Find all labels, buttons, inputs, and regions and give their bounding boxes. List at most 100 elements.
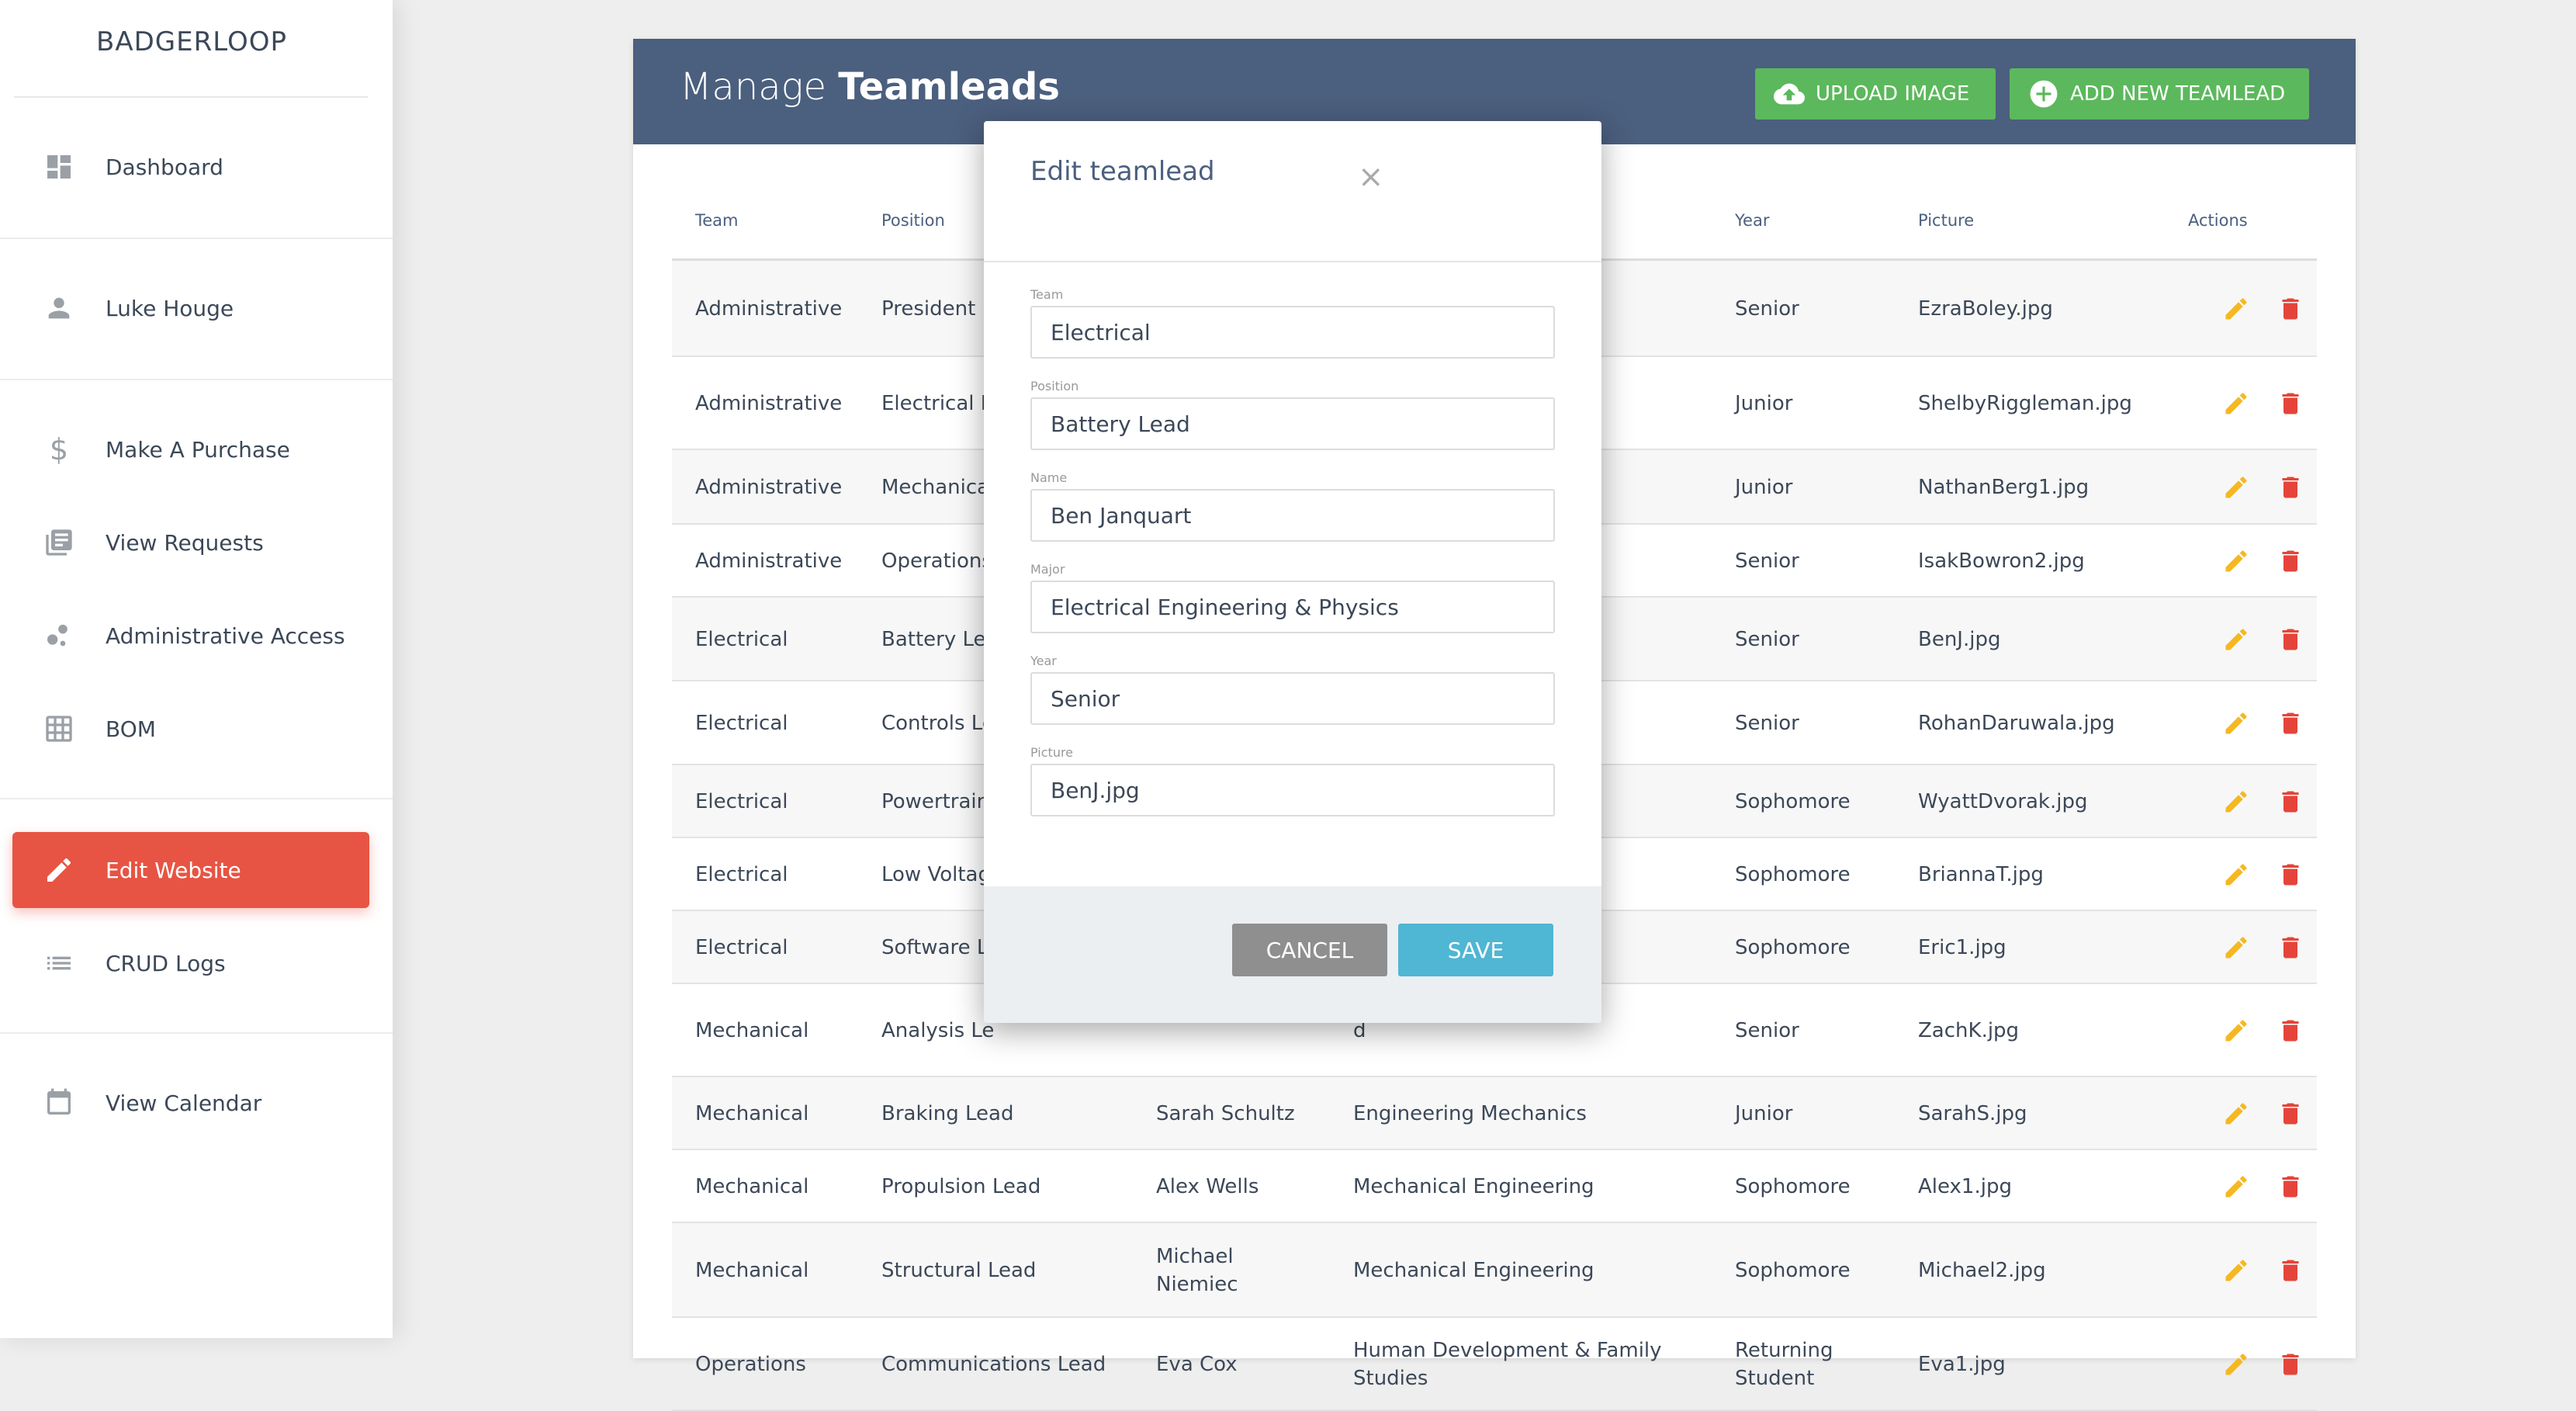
cell-year: Senior [1735, 712, 1799, 735]
delete-icon[interactable] [2275, 546, 2306, 577]
column-header-position[interactable]: Position [881, 211, 945, 230]
edit-icon[interactable] [2221, 472, 2252, 503]
sidebar-item-label: Dashboard [106, 154, 223, 180]
calendar-icon [42, 1086, 76, 1120]
column-header-year[interactable]: Year [1735, 211, 1769, 230]
sidebar-item-label: BOM [106, 716, 156, 742]
edit-icon[interactable] [2221, 546, 2252, 577]
team-field[interactable] [1030, 306, 1555, 359]
edit-icon[interactable] [2221, 1171, 2252, 1202]
edit-icon[interactable] [2221, 1255, 2252, 1286]
person-icon [42, 291, 76, 325]
cell-year: Sophomore [1735, 1175, 1851, 1198]
column-header-team[interactable]: Team [695, 211, 739, 230]
cell-year: Sophomore [1735, 863, 1851, 886]
cell-team: Administrative [695, 476, 843, 499]
page-title-bold: Teamleads [838, 65, 1060, 109]
cell-picture: IsakBowron2.jpg [1918, 549, 2085, 573]
add-teamlead-button[interactable]: ADD NEW TEAMLEAD [2010, 68, 2309, 120]
list-icon [42, 946, 76, 980]
cell-picture: BriannaT.jpg [1918, 863, 2044, 886]
sidebar-item-bom[interactable]: BOM [12, 691, 369, 767]
page-title-light: Manage [680, 65, 826, 109]
sidebar: BADGERLOOP Dashboard Luke Houge $ Make A… [0, 0, 393, 1338]
delete-icon[interactable] [2275, 932, 2306, 963]
modal-title: Edit teamlead [1030, 156, 1215, 187]
close-icon[interactable]: × [1358, 161, 1384, 192]
sidebar-item-profile[interactable]: Luke Houge [12, 270, 369, 346]
year-field[interactable] [1030, 672, 1555, 725]
delete-icon[interactable] [2275, 708, 2306, 739]
delete-icon[interactable] [2275, 1349, 2306, 1380]
sidebar-item-admin-access[interactable]: Administrative Access [12, 598, 369, 674]
cell-major: Mechanical Engineering [1353, 1259, 1594, 1282]
cell-picture: Eric1.jpg [1918, 936, 2006, 959]
sidebar-item-label: Make A Purchase [106, 436, 290, 463]
cell-team: Operations [695, 1353, 806, 1376]
cell-picture: WyattDvorak.jpg [1918, 790, 2088, 813]
cell-position: Low Voltag [881, 863, 991, 886]
cell-year: Senior [1735, 628, 1799, 651]
save-button[interactable]: SAVE [1398, 924, 1553, 976]
edit-icon[interactable] [2221, 1349, 2252, 1380]
delete-icon[interactable] [2275, 1098, 2306, 1129]
cell-year: Senior [1735, 549, 1799, 573]
delete-icon[interactable] [2275, 293, 2306, 324]
edit-icon[interactable] [2221, 859, 2252, 890]
name-field[interactable] [1030, 489, 1555, 542]
sidebar-item-dashboard[interactable]: Dashboard [12, 129, 369, 205]
sidebar-item-view-requests[interactable]: View Requests [12, 504, 369, 581]
edit-icon[interactable] [2221, 388, 2252, 419]
sidebar-item-edit-website[interactable]: Edit Website [12, 832, 369, 908]
cell-position: Electrical D [881, 392, 996, 415]
delete-icon[interactable] [2275, 1015, 2306, 1046]
cell-position: President [881, 297, 976, 321]
sidebar-item-crud-logs[interactable]: CRUD Logs [12, 925, 369, 1001]
delete-icon[interactable] [2275, 859, 2306, 890]
delete-icon[interactable] [2275, 388, 2306, 419]
cell-team: Electrical [695, 628, 788, 651]
cell-year: Sophomore [1735, 790, 1851, 813]
edit-icon[interactable] [2221, 708, 2252, 739]
modal-divider [984, 261, 1601, 262]
picture-field[interactable] [1030, 764, 1555, 816]
upload-image-button[interactable]: UPLOAD IMAGE [1755, 68, 1996, 120]
delete-icon[interactable] [2275, 1171, 2306, 1202]
cell-picture: ZachK.jpg [1918, 1019, 2020, 1042]
cell-year: Junior [1735, 392, 1793, 415]
cell-team: Mechanical [695, 1102, 809, 1125]
sidebar-item-make-purchase[interactable]: $ Make A Purchase [12, 411, 369, 487]
position-field-label: Position [1030, 379, 1079, 393]
position-field[interactable] [1030, 397, 1555, 450]
cancel-button[interactable]: CANCEL [1232, 924, 1387, 976]
cell-position: Communications Lead [881, 1353, 1106, 1376]
edit-icon[interactable] [2221, 1015, 2252, 1046]
cell-picture: RohanDaruwala.jpg [1918, 712, 2115, 735]
name-field-label: Name [1030, 470, 1068, 485]
major-field[interactable] [1030, 581, 1555, 633]
delete-icon[interactable] [2275, 624, 2306, 655]
column-header-picture[interactable]: Picture [1918, 211, 1974, 230]
edit-icon[interactable] [2221, 1098, 2252, 1129]
edit-icon[interactable] [2221, 786, 2252, 817]
cell-team: Electrical [695, 863, 788, 886]
edit-icon[interactable] [2221, 624, 2252, 655]
sidebar-item-view-calendar[interactable]: View Calendar [12, 1065, 369, 1141]
edit-icon[interactable] [2221, 932, 2252, 963]
table-row: Mechanical Braking Lead Sarah Schultz Engin… [672, 1077, 2317, 1150]
delete-icon[interactable] [2275, 1255, 2306, 1286]
cell-team: Electrical [695, 712, 788, 735]
sidebar-item-label: CRUD Logs [106, 950, 226, 976]
cell-team: Mechanical [695, 1019, 809, 1042]
grid-icon [42, 712, 76, 746]
cell-team: Mechanical [695, 1175, 809, 1198]
delete-icon[interactable] [2275, 786, 2306, 817]
cell-picture: NathanBerg1.jpg [1918, 476, 2090, 499]
cell-team: Mechanical [695, 1259, 809, 1282]
edit-icon[interactable] [2221, 293, 2252, 324]
brand-logo[interactable]: BADGERLOOP [0, 26, 383, 57]
delete-icon[interactable] [2275, 472, 2306, 503]
cell-major: Mechanical Engineering [1353, 1175, 1594, 1198]
sidebar-divider [0, 237, 393, 239]
cell-picture: ShelbyRiggleman.jpg [1918, 392, 2132, 415]
